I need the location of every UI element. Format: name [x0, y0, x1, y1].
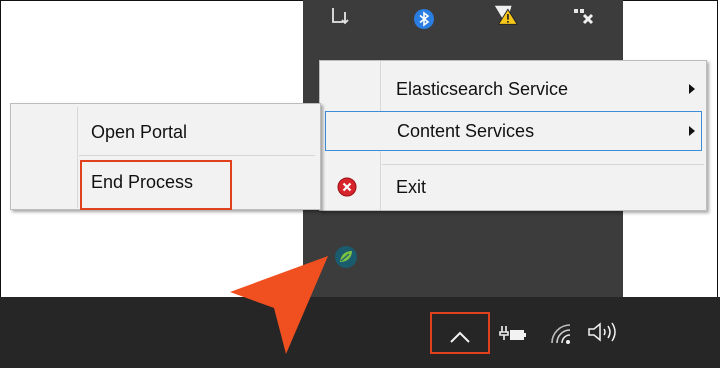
pointer-arrow-icon — [228, 250, 338, 365]
end-process-highlight — [80, 160, 232, 210]
bluetooth-icon[interactable] — [411, 6, 437, 32]
menu-item-label: Content Services — [397, 120, 535, 141]
menu-item-content-services[interactable]: Content Services — [325, 111, 702, 151]
taskbar — [0, 297, 720, 368]
menu-item-open-portal[interactable]: Open Portal — [11, 112, 320, 152]
menu-item-label: Open Portal — [91, 121, 188, 142]
submenu-arrow-icon — [689, 126, 695, 136]
usb-icon[interactable] — [327, 4, 353, 30]
volume-icon[interactable] — [585, 319, 621, 345]
menu-item-exit[interactable]: Exit — [320, 167, 706, 207]
context-menu: Elasticsearch Service Content Services E… — [319, 60, 707, 211]
submenu-arrow-icon — [689, 84, 695, 94]
wifi-icon[interactable] — [548, 321, 574, 347]
menu-item-label: Elasticsearch Service — [396, 78, 569, 99]
menu-item-elasticsearch-service[interactable]: Elasticsearch Service — [320, 69, 706, 109]
chevron-highlight — [430, 312, 490, 354]
battery-icon[interactable] — [498, 321, 528, 347]
network-disconnected-icon[interactable] — [571, 4, 597, 30]
menu-item-label: Exit — [396, 176, 427, 197]
warning-icon[interactable] — [493, 2, 519, 28]
close-circle-icon — [337, 177, 357, 202]
menu-separator — [382, 164, 704, 165]
menu-separator — [79, 155, 315, 156]
